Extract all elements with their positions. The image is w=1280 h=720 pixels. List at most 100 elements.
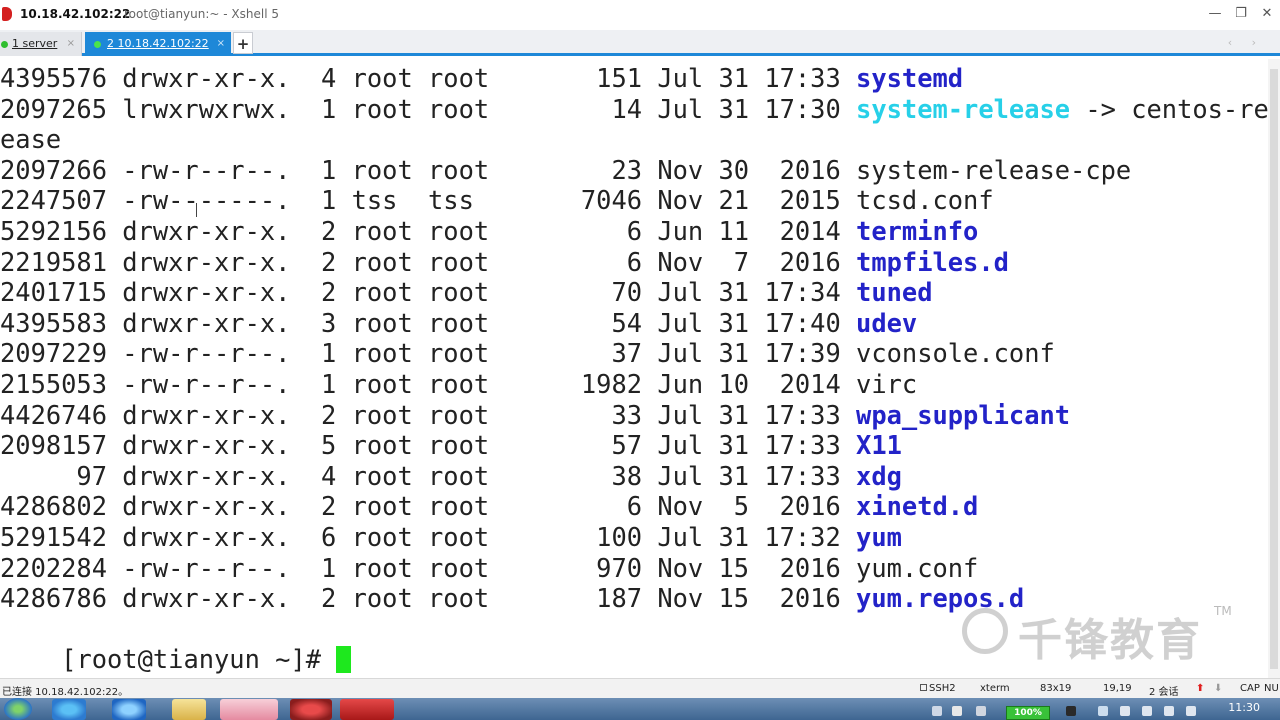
file-name: xinetd.d — [856, 491, 979, 522]
qianfeng-logo-icon — [962, 608, 1008, 654]
tab-scroll-arrows-icon[interactable]: ‹ › — [1228, 36, 1264, 49]
close-button[interactable]: ✕ — [1254, 3, 1280, 25]
file-metadata: 2401715 drwxr-xr-x. 2 root root 70 Jul 3… — [0, 277, 857, 308]
tab-server[interactable]: 1 server × — [0, 32, 82, 56]
tab-label: 2 10.18.42.102:22 — [107, 37, 209, 50]
file-metadata: 4286802 drwxr-xr-x. 2 root root 6 Nov 5 … — [0, 491, 857, 522]
watermark-trademark: TM — [1214, 604, 1232, 618]
tab-close-icon[interactable]: × — [67, 32, 75, 56]
file-explorer-icon[interactable] — [172, 699, 206, 720]
file-name: vconsole.conf — [856, 338, 1055, 369]
file-name: yum.conf — [856, 552, 979, 583]
start-button[interactable] — [4, 698, 32, 720]
file-name: tcsd.conf — [856, 185, 994, 216]
terminal-line: 4286802 drwxr-xr-x. 2 root root 6 Nov 5 … — [0, 491, 978, 521]
terminal-output[interactable]: 4395576 drwxr-xr-x. 4 root root 151 Jul … — [0, 59, 1268, 678]
file-name: virc — [856, 369, 918, 399]
file-metadata: 4395576 drwxr-xr-x. 4 root root 151 Jul … — [0, 63, 857, 93]
file-name: udev — [856, 307, 918, 338]
file-name: tuned — [856, 277, 933, 308]
file-name: X11 — [856, 430, 902, 461]
xshell-taskbar-icon[interactable] — [290, 699, 332, 720]
connected-status-icon — [1, 41, 8, 48]
file-metadata: 5291542 drwxr-xr-x. 6 root root 100 Jul … — [0, 522, 857, 552]
file-metadata: ease — [0, 124, 62, 155]
file-name: system-release — [856, 93, 1071, 124]
terminal-line: 2097266 -rw-r--r--. 1 root root 23 Nov 3… — [0, 155, 1131, 185]
file-metadata: 2097265 lrwxrwxrwx. 1 root root 14 Jul 3… — [0, 93, 857, 124]
tray-power-icon[interactable] — [1186, 706, 1196, 716]
session-tab-bar: 1 server × 2 10.18.42.102:22 × + ‹ › — [0, 30, 1280, 56]
media-player-icon[interactable] — [52, 699, 86, 720]
terminal-scrollbar[interactable] — [1268, 59, 1280, 678]
tab-label: 1 server — [12, 37, 58, 50]
cursor-position: 19,19 — [1103, 683, 1132, 694]
file-metadata: 2097229 -rw-r--r--. 1 root root 37 Jul 3… — [0, 338, 857, 369]
terminal-line: 2219581 drwxr-xr-x. 2 root root 6 Nov 7 … — [0, 247, 1009, 277]
new-tab-button[interactable]: + — [233, 32, 253, 54]
file-metadata: 2219581 drwxr-xr-x. 2 root root 6 Nov 7 … — [0, 246, 857, 277]
session-count: 2 会话 — [1149, 687, 1179, 698]
terminal-line: 4426746 drwxr-xr-x. 2 root root 33 Jul 3… — [0, 400, 1070, 430]
file-metadata: 97 drwxr-xr-x. 4 root root 38 Jul 31 17:… — [0, 460, 857, 491]
file-name: wpa_supplicant — [856, 399, 1071, 430]
connected-status-icon — [94, 41, 101, 48]
terminal-line: 4286786 drwxr-xr-x. 2 root root 187 Nov … — [0, 583, 1024, 613]
download-arrow-icon[interactable]: ⬇ — [1214, 683, 1222, 694]
file-name: system-release-cpe — [856, 154, 1132, 185]
terminal-line: 2098157 drwxr-xr-x. 5 root root 57 Jul 3… — [0, 430, 902, 460]
terminal-size: 83x19 — [1040, 683, 1072, 694]
terminal-line: ease — [0, 124, 61, 154]
tray-expand-icon[interactable] — [1098, 706, 1108, 716]
tray-network-icon[interactable] — [1120, 706, 1130, 716]
scrollbar-thumb[interactable] — [1270, 69, 1278, 669]
terminal-line: 4395583 drwxr-xr-x. 3 root root 54 Jul 3… — [0, 308, 917, 338]
file-metadata: 4286786 drwxr-xr-x. 2 root root 187 Nov … — [0, 583, 857, 614]
terminal-type: xterm — [980, 683, 1010, 694]
file-name: yum — [856, 522, 902, 552]
file-name: tmpfiles.d — [856, 246, 1009, 277]
file-metadata: 2247507 -rw-------. 1 tss tss 7046 Nov 2… — [0, 185, 857, 216]
window-host-title: 10.18.42.102:22 — [20, 7, 131, 21]
pdf-reader-icon[interactable] — [340, 699, 394, 720]
protocol-indicator: SSH2 — [920, 683, 956, 694]
tab-active-session[interactable]: 2 10.18.42.102:22 × — [85, 32, 231, 56]
file-metadata: 2098157 drwxr-xr-x. 5 root root 57 Jul 3… — [0, 430, 857, 461]
lock-icon — [920, 684, 927, 691]
mouse-ibeam-icon — [196, 203, 202, 217]
terminal-line: 2247507 -rw-------. 1 tss tss 7046 Nov 2… — [0, 185, 994, 215]
windows-taskbar: 100% 11:30 — [0, 698, 1280, 720]
tab-close-icon[interactable]: × — [217, 32, 225, 56]
upload-arrow-icon[interactable]: ⬆ — [1196, 683, 1204, 694]
watermark-text: 千锋教育 — [1018, 615, 1202, 666]
tray-flag-icon[interactable] — [1164, 706, 1174, 716]
terminal-line: 2097229 -rw-r--r--. 1 root root 37 Jul 3… — [0, 338, 1055, 368]
title-bar: 10.18.42.102:22 root@tianyun:~ - Xshell … — [0, 0, 1280, 30]
file-name: xdg — [856, 460, 902, 491]
file-metadata: 2097266 -rw-r--r--. 1 root root 23 Nov 3… — [0, 154, 857, 185]
terminal-line: 2202284 -rw-r--r--. 1 root root 970 Nov … — [0, 553, 978, 583]
tray-keyboard-icon[interactable] — [932, 706, 942, 716]
window-app-title: root@tianyun:~ - Xshell 5 — [124, 7, 280, 21]
prompt-line: [root@tianyun ~]# — [0, 614, 352, 674]
tray-volume-icon[interactable] — [1142, 706, 1152, 716]
tray-settings-icon[interactable] — [976, 706, 986, 716]
tray-app-icon[interactable] — [1066, 706, 1076, 716]
battery-indicator[interactable]: 100% — [1006, 706, 1050, 720]
minimize-button[interactable]: — — [1202, 3, 1228, 25]
file-name: terminfo — [856, 216, 979, 246]
internet-explorer-icon[interactable] — [112, 699, 146, 720]
file-metadata: 4395583 drwxr-xr-x. 3 root root 54 Jul 3… — [0, 307, 857, 338]
taskbar-clock[interactable]: 11:30 — [1228, 701, 1260, 714]
tray-input-icon[interactable] — [952, 706, 962, 716]
terminal-cursor — [336, 645, 352, 673]
file-metadata: 5292156 drwxr-xr-x. 2 root root 6 Jun 11… — [0, 216, 857, 246]
status-bar: 已连接 10.18.42.102:22。 SSH2 xterm 83x19 19… — [0, 678, 1280, 698]
terminal-line: 5292156 drwxr-xr-x. 2 root root 6 Jun 11… — [0, 216, 978, 246]
file-metadata: 2202284 -rw-r--r--. 1 root root 970 Nov … — [0, 552, 857, 583]
terminal-line: 2155053 -rw-r--r--. 1 root root 1982 Jun… — [0, 369, 917, 399]
file-metadata: 4426746 drwxr-xr-x. 2 root root 33 Jul 3… — [0, 399, 857, 430]
file-metadata: 2155053 -rw-r--r--. 1 root root 1982 Jun… — [0, 369, 857, 399]
taskbar-app-rose-icon[interactable] — [220, 699, 278, 720]
restore-button[interactable]: ❐ — [1228, 3, 1254, 25]
